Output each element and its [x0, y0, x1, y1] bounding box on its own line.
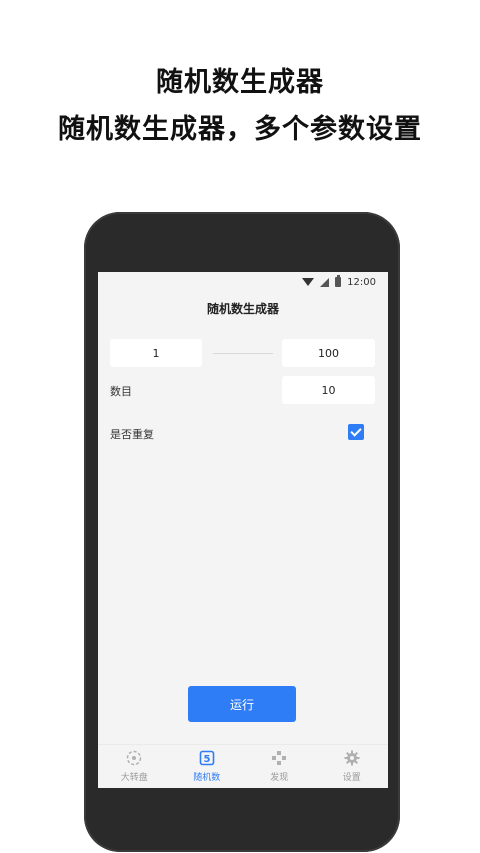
gear-icon [344, 750, 360, 766]
svg-text:5: 5 [203, 754, 210, 765]
min-value-input[interactable]: 1 [110, 339, 202, 367]
battery-icon [335, 275, 342, 287]
random-number-icon: 5 [199, 750, 215, 766]
repeat-checkbox[interactable] [348, 424, 364, 440]
wifi-icon [302, 278, 315, 286]
tab-label: 大转盘 [120, 773, 148, 783]
tab-random-number[interactable]: 5 随机数 [171, 745, 244, 788]
promo-headline-1: 随机数生成器 [156, 67, 324, 98]
bottom-tab-bar: 大转盘 5 随机数 发现 设置 [98, 744, 388, 788]
repeat-label: 是否重复 [110, 428, 154, 441]
status-time: 12:00 [347, 276, 376, 288]
status-bar: 12:00 [98, 272, 388, 292]
gamepad-icon [271, 750, 287, 766]
count-input[interactable]: 10 [282, 376, 375, 404]
tab-label: 随机数 [193, 773, 221, 783]
signal-icon [320, 277, 330, 287]
run-button[interactable]: 运行 [188, 686, 296, 722]
promo-headline-2: 随机数生成器，多个参数设置 [58, 114, 422, 145]
app-screen: 12:00 随机数生成器 1 100 数目 10 是否重复 运行 大转盘 5 随… [98, 272, 388, 788]
range-divider [213, 353, 273, 354]
max-value-input[interactable]: 100 [282, 339, 375, 367]
wheel-icon [126, 750, 142, 766]
tab-discover[interactable]: 发现 [243, 745, 316, 788]
tab-label: 发现 [270, 773, 289, 783]
page-title: 随机数生成器 [206, 302, 279, 316]
tab-label: 设置 [342, 773, 361, 783]
tab-wheel[interactable]: 大转盘 [98, 745, 171, 788]
count-label: 数目 [110, 385, 132, 398]
tab-settings[interactable]: 设置 [316, 745, 389, 788]
